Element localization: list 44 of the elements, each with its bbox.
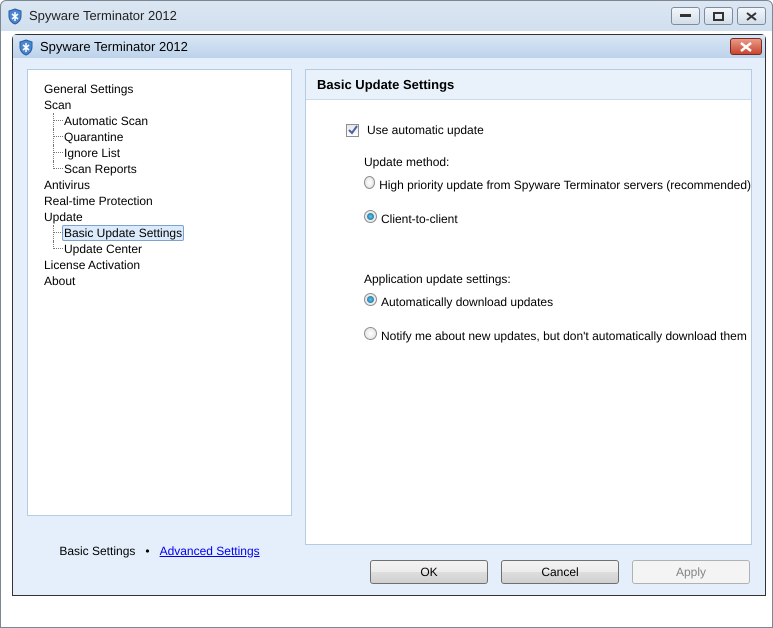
- radio-button[interactable]: [364, 210, 377, 223]
- tree-item[interactable]: Update: [42, 209, 85, 225]
- radio-option[interactable]: High priority update from Spyware Terminator servers (recommended): [364, 176, 751, 210]
- tree-item[interactable]: General Settings: [42, 81, 136, 97]
- advanced-settings-link[interactable]: Advanced Settings: [160, 542, 260, 560]
- close-button[interactable]: [737, 7, 766, 25]
- tree-item[interactable]: Update Center: [62, 241, 144, 257]
- shield-icon: [18, 38, 34, 56]
- close-icon: [740, 42, 752, 52]
- panel-title: Basic Update Settings: [306, 70, 751, 100]
- radio-button[interactable]: [364, 293, 377, 306]
- radio-button[interactable]: [364, 327, 377, 340]
- close-icon: [746, 12, 757, 20]
- dialog-button[interactable]: OK: [370, 560, 488, 584]
- tree-item[interactable]: Quarantine: [62, 129, 126, 145]
- minimize-button[interactable]: [671, 7, 700, 25]
- radio-option[interactable]: Notify me about new updates, but don't automatically download them: [364, 327, 751, 361]
- shield-icon: [7, 8, 23, 26]
- radio-option[interactable]: Client-to-client: [364, 210, 751, 244]
- bullet-separator: •: [145, 542, 150, 560]
- tree-item[interactable]: Scan: [42, 97, 74, 113]
- window-title: Spyware Terminator 2012: [29, 7, 177, 26]
- tree-item[interactable]: Antivirus: [42, 177, 92, 193]
- option-heading: Update method:: [364, 154, 450, 171]
- option-heading: Application update settings:: [364, 271, 512, 288]
- restore-icon: [713, 12, 724, 20]
- tree-item[interactable]: About: [42, 273, 78, 289]
- radio-button[interactable]: [364, 176, 376, 189]
- tree-item[interactable]: Real-time Protection: [42, 193, 155, 209]
- dialog-title: Spyware Terminator 2012: [40, 38, 188, 56]
- tree-item[interactable]: Basic Update Settings: [62, 225, 184, 241]
- maximize-button[interactable]: [704, 7, 733, 25]
- checkbox[interactable]: [346, 124, 359, 136]
- dialog-button[interactable]: Cancel: [501, 560, 619, 584]
- tree-item[interactable]: Ignore List: [62, 145, 122, 161]
- tree-item[interactable]: Automatic Scan: [62, 113, 150, 129]
- checkbox-option[interactable]: Use automatic update: [346, 117, 751, 143]
- minimize-icon: [680, 14, 691, 18]
- radio-option[interactable]: Automatically download updates: [364, 293, 751, 327]
- basic-settings-label: Basic Settings: [59, 542, 136, 560]
- tree-item[interactable]: License Activation: [42, 257, 142, 273]
- close-button[interactable]: [730, 38, 762, 55]
- tree-item[interactable]: Scan Reports: [62, 161, 139, 177]
- check-icon: [348, 125, 358, 135]
